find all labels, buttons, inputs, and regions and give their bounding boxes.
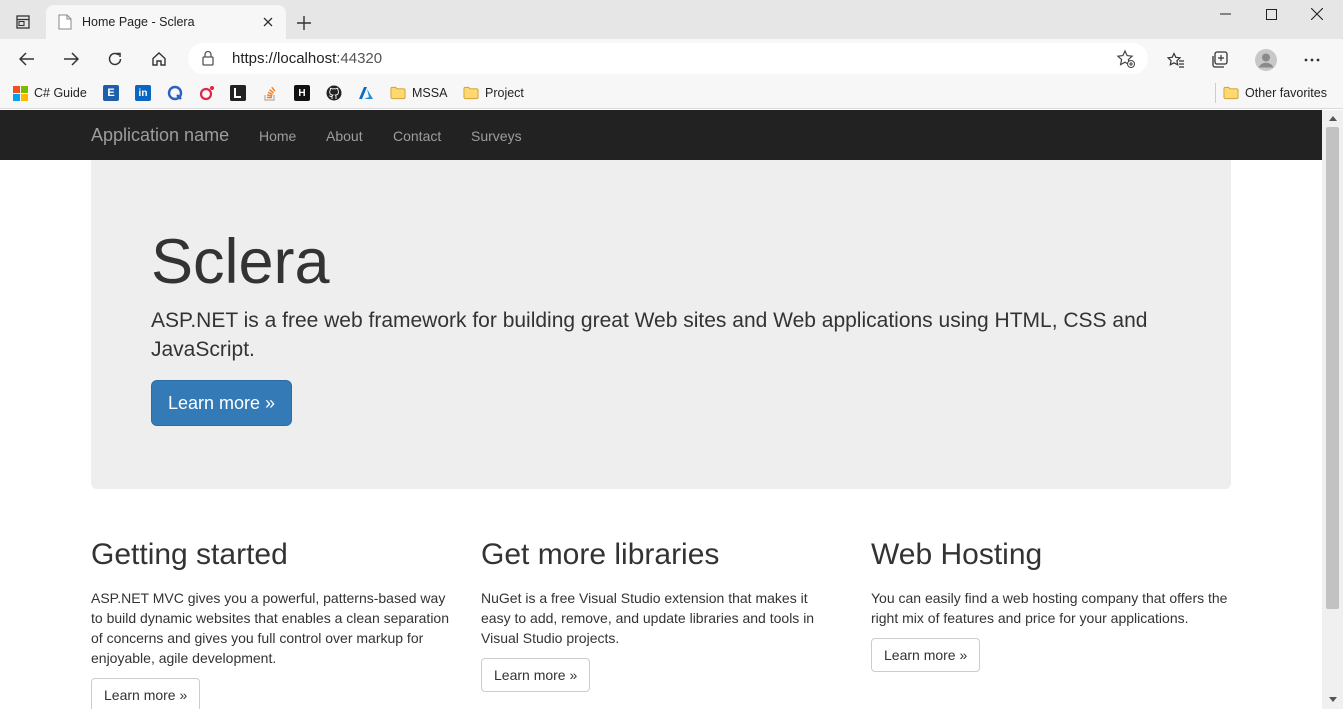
- column-web-hosting: Web Hosting You can easily find a web ho…: [871, 535, 1231, 672]
- tab-title: Home Page - Sclera: [82, 15, 195, 29]
- column-heading: Web Hosting: [871, 538, 1043, 571]
- bookmark-q-icon: [167, 85, 183, 101]
- home-icon[interactable]: [145, 45, 173, 73]
- bookmark-red[interactable]: [199, 83, 215, 103]
- column-heading: Getting started: [91, 538, 288, 571]
- profile-avatar-icon[interactable]: [1252, 46, 1280, 74]
- bookmark-h-icon: H: [294, 85, 310, 101]
- bookmark-h[interactable]: H: [294, 83, 310, 103]
- navbar-brand[interactable]: Application name: [91, 125, 229, 146]
- bookmark-folder-mssa[interactable]: MSSA: [390, 83, 447, 103]
- learn-more-button[interactable]: Learn more »: [871, 638, 981, 672]
- learn-more-button[interactable]: Learn more »: [481, 658, 591, 692]
- bookmark-red-icon: [199, 85, 215, 101]
- tab-actions-icon[interactable]: [8, 10, 38, 34]
- bookmark-label: C# Guide: [34, 86, 87, 100]
- stackoverflow-icon: [262, 85, 278, 101]
- bookmark-e-icon: E: [103, 85, 119, 101]
- column-getting-started: Getting started ASP.NET MVC gives you a …: [91, 535, 451, 709]
- nav-link-about[interactable]: About: [326, 128, 363, 144]
- folder-icon: [463, 85, 479, 101]
- bookmark-dark[interactable]: [230, 83, 246, 103]
- nav-link-home[interactable]: Home: [259, 128, 296, 144]
- linkedin-icon: in: [135, 85, 151, 101]
- forward-icon[interactable]: [57, 45, 85, 73]
- url-scheme: https://: [232, 50, 278, 67]
- new-tab-icon[interactable]: [292, 11, 316, 35]
- microsoft-icon: [12, 85, 28, 101]
- learn-more-primary-button[interactable]: Learn more »: [151, 380, 292, 426]
- close-window-icon[interactable]: [1294, 0, 1340, 28]
- tab-strip: Home Page - Sclera: [0, 0, 1343, 39]
- jumbotron: Sclera ASP.NET is a free web framework f…: [91, 160, 1231, 489]
- url-host: localhost: [277, 50, 337, 67]
- site-navbar: Application name Home About Contact Surv…: [0, 110, 1322, 160]
- bookmark-csharp-guide[interactable]: C# Guide: [12, 83, 87, 103]
- learn-more-button[interactable]: Learn more »: [91, 678, 201, 709]
- bookmark-stackoverflow[interactable]: [262, 83, 278, 103]
- bookmark-azure[interactable]: [358, 83, 374, 103]
- folder-icon: [390, 85, 406, 101]
- close-tab-icon[interactable]: [260, 14, 276, 30]
- collections-icon[interactable]: [1206, 46, 1234, 74]
- column-text: ASP.NET MVC gives you a powerful, patter…: [91, 590, 449, 666]
- bookmark-label: MSSA: [412, 86, 448, 100]
- back-icon[interactable]: [13, 45, 41, 73]
- page-viewport: Application name Home About Contact Surv…: [0, 110, 1322, 709]
- bookmark-folder-project[interactable]: Project: [463, 83, 524, 103]
- bookmark-github[interactable]: [326, 83, 342, 103]
- url-text[interactable]: https://localhost:44320: [232, 50, 382, 67]
- refresh-icon[interactable]: [101, 45, 129, 73]
- maximize-icon[interactable]: [1248, 0, 1294, 28]
- scroll-up-icon[interactable]: [1322, 111, 1343, 126]
- page-favicon-icon: [58, 14, 72, 30]
- url-port: :44320: [336, 50, 383, 67]
- scroll-down-icon[interactable]: [1322, 692, 1343, 707]
- favorites-bar: C# Guide E in H MSSA Project Other favor…: [0, 78, 1343, 109]
- bookmark-e[interactable]: E: [103, 83, 119, 103]
- column-heading: Get more libraries: [481, 538, 720, 571]
- more-options-icon[interactable]: [1298, 46, 1326, 74]
- minimize-icon[interactable]: [1202, 0, 1248, 28]
- column-text: You can easily find a web hosting compan…: [871, 590, 1228, 626]
- address-bar[interactable]: https://localhost:44320: [188, 43, 1148, 74]
- other-favorites[interactable]: Other favorites: [1215, 83, 1327, 103]
- active-tab[interactable]: Home Page - Sclera: [46, 5, 286, 39]
- favorites-icon[interactable]: [1162, 46, 1190, 74]
- bookmark-dark-icon: [230, 85, 246, 101]
- jumbotron-lead: ASP.NET is a free web framework for buil…: [151, 309, 1148, 361]
- azure-icon: [358, 85, 374, 101]
- other-favorites-label: Other favorites: [1245, 86, 1327, 100]
- bookmark-q[interactable]: [167, 83, 183, 103]
- page-title: Sclera: [151, 227, 330, 297]
- nav-link-surveys[interactable]: Surveys: [471, 128, 522, 144]
- column-text: NuGet is a free Visual Studio extension …: [481, 590, 815, 646]
- add-favorite-icon[interactable]: [1116, 49, 1136, 69]
- github-icon: [326, 85, 342, 101]
- bookmark-linkedin[interactable]: in: [135, 83, 151, 103]
- lock-icon[interactable]: [202, 50, 214, 71]
- column-get-more-libraries: Get more libraries NuGet is a free Visua…: [481, 535, 841, 692]
- vertical-scrollbar[interactable]: [1322, 110, 1343, 709]
- folder-icon: [1223, 85, 1239, 101]
- bookmark-label: Project: [485, 86, 524, 100]
- nav-link-contact[interactable]: Contact: [393, 128, 441, 144]
- scroll-thumb[interactable]: [1326, 127, 1339, 609]
